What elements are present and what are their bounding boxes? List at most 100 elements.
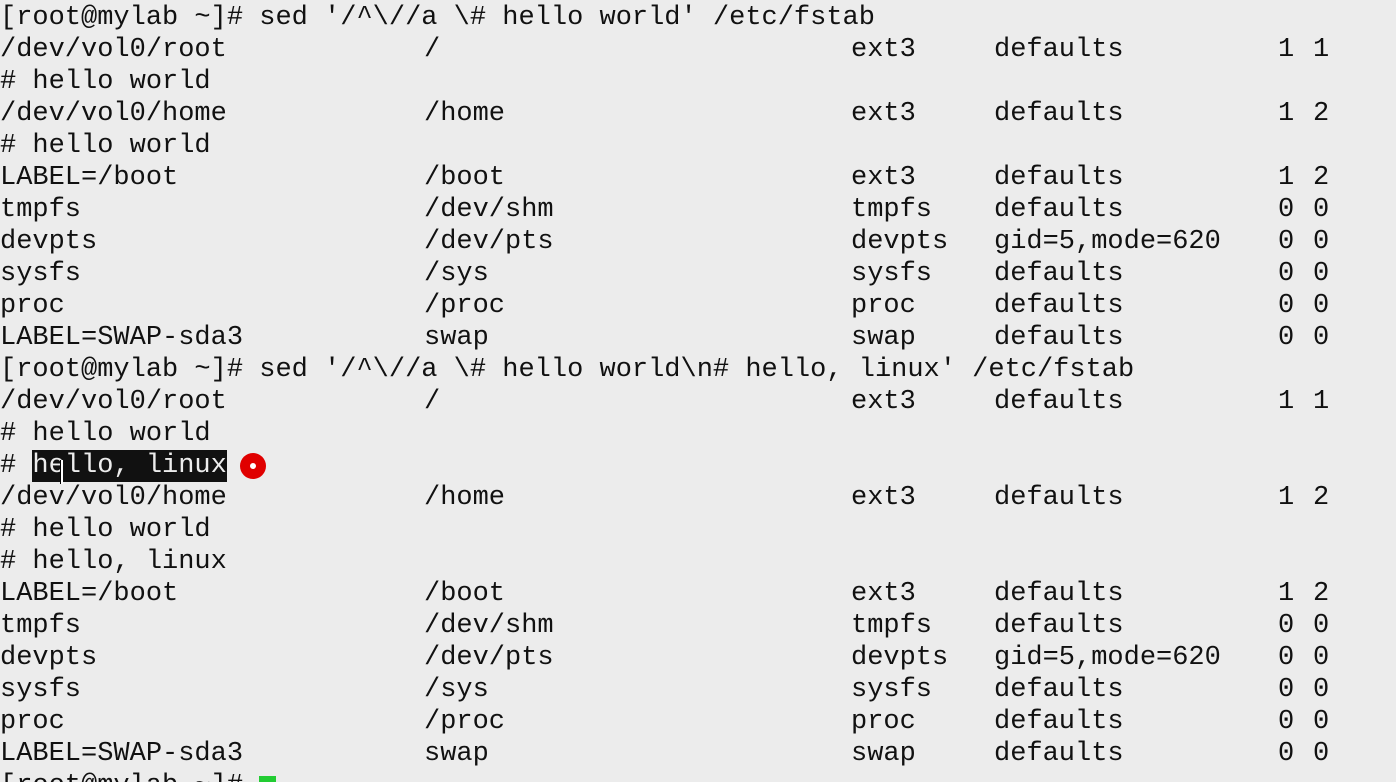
command-prompt-line: [root@mylab ~]# sed '/^\//a \# hello wor… [0, 2, 1396, 34]
command-prompt-line: [root@mylab ~]# sed '/^\//a \# hello wor… [0, 354, 1396, 386]
fstab-device: sysfs [0, 259, 82, 289]
terminal-window[interactable]: [root@mylab ~]# sed '/^\//a \# hello wor… [0, 0, 1396, 782]
fstab-dump: 1 [1278, 163, 1295, 193]
fstab-fs-type: swap [851, 323, 916, 353]
fstab-options: defaults [994, 35, 1124, 65]
fstab-options: defaults [994, 291, 1124, 321]
fstab-options: defaults [994, 387, 1124, 417]
fstab-pass: 0 [1313, 195, 1330, 225]
fstab-options: defaults [994, 675, 1124, 705]
output-text: # hello world [0, 419, 211, 449]
fstab-device: /dev/vol0/home [0, 483, 227, 513]
fstab-dump: 0 [1278, 739, 1295, 769]
fstab-entry-row: LABEL=SWAP-sda3 swap swap defaults 0 0 [0, 738, 1396, 770]
fstab-fs-type: ext3 [851, 579, 916, 609]
fstab-fs-type: devpts [851, 227, 949, 257]
fstab-dump: 0 [1278, 643, 1295, 673]
fstab-device: proc [0, 291, 65, 321]
fstab-dump: 0 [1278, 259, 1295, 289]
fstab-pass: 2 [1313, 579, 1330, 609]
fstab-entry-row: sysfs/sys sysfs defaults 0 0 [0, 258, 1396, 290]
fstab-pass: 0 [1313, 675, 1330, 705]
fstab-fs-type: sysfs [851, 259, 933, 289]
fstab-mount-point: /sys [424, 259, 489, 289]
fstab-pass: 0 [1313, 707, 1330, 737]
fstab-entry-row: /dev/vol0/home/home ext3 defaults 1 2 [0, 98, 1396, 130]
fstab-device: /dev/vol0/root [0, 387, 227, 417]
fstab-pass: 0 [1313, 291, 1330, 321]
fstab-options: defaults [994, 579, 1124, 609]
fstab-fs-type: ext3 [851, 387, 916, 417]
fstab-dump: 0 [1278, 227, 1295, 257]
fstab-options: defaults [994, 707, 1124, 737]
fstab-pass: 1 [1313, 35, 1330, 65]
fstab-dump: 1 [1278, 99, 1295, 129]
fstab-mount-point: /proc [424, 291, 506, 321]
fstab-entry-row: /dev/vol0/root / ext3 defaults 1 1 [0, 386, 1396, 418]
output-text: # hello world [0, 67, 211, 97]
fstab-device: LABEL=SWAP-sda3 [0, 739, 244, 769]
fstab-fs-type: ext3 [851, 483, 916, 513]
fstab-mount-point: /proc [424, 707, 506, 737]
output-line: # hello world [0, 514, 1396, 546]
fstab-pass: 0 [1313, 323, 1330, 353]
fstab-entry-row: LABEL=SWAP-sda3 swap swap defaults 0 0 [0, 322, 1396, 354]
fstab-fs-type: proc [851, 707, 916, 737]
fstab-fs-type: devpts [851, 643, 949, 673]
fstab-pass: 2 [1313, 99, 1330, 129]
fstab-device: proc [0, 707, 65, 737]
output-line: # hello world [0, 66, 1396, 98]
fstab-dump: 0 [1278, 611, 1295, 641]
fstab-mount-point: /dev/pts [424, 643, 554, 673]
terminal-cursor [259, 776, 277, 782]
fstab-options: gid=5,mode=620 [994, 227, 1221, 257]
fstab-options: defaults [994, 323, 1124, 353]
fstab-dump: 1 [1278, 579, 1295, 609]
fstab-mount-point: swap [424, 739, 489, 769]
fstab-options: defaults [994, 195, 1124, 225]
fstab-dump: 1 [1278, 35, 1295, 65]
fstab-mount-point: / [424, 35, 441, 65]
fstab-options: defaults [994, 259, 1124, 289]
fstab-pass: 0 [1313, 259, 1330, 289]
output-text: # hello world [0, 515, 211, 545]
fstab-pass: 0 [1313, 227, 1330, 257]
fstab-entry-row: LABEL=/boot/boot ext3 defaults 1 2 [0, 162, 1396, 194]
fstab-mount-point: /home [424, 483, 506, 513]
fstab-device: LABEL=SWAP-sda3 [0, 323, 244, 353]
fstab-options: defaults [994, 99, 1124, 129]
fstab-fs-type: tmpfs [851, 611, 933, 641]
output-text: # hello world [0, 131, 211, 161]
fstab-entry-row: proc/proc proc defaults 0 0 [0, 290, 1396, 322]
command-text: [root@mylab ~]# sed '/^\//a \# hello wor… [0, 355, 1135, 385]
fstab-options: defaults [994, 483, 1124, 513]
output-prefix: # [0, 451, 33, 481]
fstab-dump: 0 [1278, 707, 1295, 737]
fstab-fs-type: proc [851, 291, 916, 321]
fstab-options: defaults [994, 611, 1124, 641]
fstab-mount-point: /boot [424, 579, 506, 609]
command-text: [root@mylab ~]# sed '/^\//a \# hello wor… [0, 3, 875, 33]
fstab-fs-type: ext3 [851, 99, 916, 129]
output-text: # hello, linux [0, 547, 227, 577]
fstab-device: devpts [0, 227, 98, 257]
fstab-entry-row: tmpfs/dev/shm tmpfs defaults 0 0 [0, 194, 1396, 226]
fstab-dump: 1 [1278, 387, 1295, 417]
fstab-mount-point: / [424, 387, 441, 417]
fstab-dump: 0 [1278, 195, 1295, 225]
fstab-device: devpts [0, 643, 98, 673]
fstab-device: tmpfs [0, 195, 82, 225]
record-dot-icon [240, 453, 266, 479]
fstab-device: LABEL=/boot [0, 579, 179, 609]
fstab-entry-row: LABEL=/boot/boot ext3 defaults 1 2 [0, 578, 1396, 610]
fstab-dump: 0 [1278, 323, 1295, 353]
fstab-dump: 1 [1278, 483, 1295, 513]
fstab-device: tmpfs [0, 611, 82, 641]
fstab-dump: 0 [1278, 675, 1295, 705]
fstab-options: gid=5,mode=620 [994, 643, 1221, 673]
text-cursor-icon [60, 460, 63, 484]
fstab-fs-type: ext3 [851, 35, 916, 65]
fstab-entry-row: devpts/dev/pts devpts gid=5,mode=620 0 0 [0, 226, 1396, 258]
fstab-pass: 0 [1313, 643, 1330, 673]
fstab-mount-point: /dev/shm [424, 611, 554, 641]
